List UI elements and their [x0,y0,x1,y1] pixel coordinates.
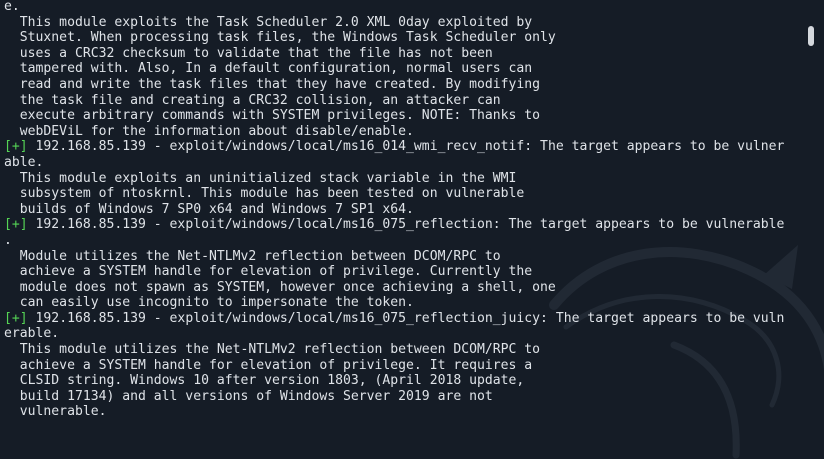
terminal-line: This module utilizes the Net-NTLMv2 refl… [4,342,784,358]
vertical-scrollbar-thumb[interactable] [808,26,814,46]
terminal-line: uses a CRC32 checksum to validate that t… [4,46,784,62]
line-text: 192.168.85.139 - exploit/windows/local/m… [27,139,785,155]
terminal-line: Module utilizes the Net-NTLMv2 reflectio… [4,249,784,265]
line-text: module does not spawn as SYSTEM, however… [4,279,556,295]
line-text: This module exploits the Task Scheduler … [4,14,533,30]
line-text: e. [4,0,20,14]
line-text: able. [4,154,44,170]
terminal-line: erable. [4,326,784,342]
terminal-line: e. [4,0,784,15]
line-text: execute arbitrary commands with SYSTEM p… [4,108,541,124]
line-text: achieve a SYSTEM handle for elevation of… [4,264,533,280]
terminal-line: This module exploits the Task Scheduler … [4,15,784,31]
success-prefix: [+] [4,139,28,155]
terminal-output[interactable]: e. This module exploits the Task Schedul… [4,0,784,420]
terminal-line: can easily use incognito to impersonate … [4,295,784,311]
terminal-line: subsystem of ntoskrnl. This module has b… [4,186,784,202]
terminal-line: [+] 192.168.85.139 - exploit/windows/loc… [4,217,784,233]
line-text: This module exploits an uninitialized st… [4,170,517,186]
terminal-line: module does not spawn as SYSTEM, however… [4,280,784,296]
terminal-line: tampered with. Also, In a default config… [4,61,784,77]
terminal-line: build 17134) and all versions of Windows… [4,389,784,405]
line-text: This module utilizes the Net-NTLMv2 refl… [4,342,541,358]
terminal-line: achieve a SYSTEM handle for elevation of… [4,264,784,280]
line-text: . [4,232,12,248]
line-text: uses a CRC32 checksum to validate that t… [4,45,493,61]
success-prefix: [+] [4,310,28,326]
line-text: Module utilizes the Net-NTLMv2 reflectio… [4,248,501,264]
terminal-window[interactable]: e. This module exploits the Task Schedul… [0,0,824,459]
line-text: 192.168.85.139 - exploit/windows/local/m… [27,310,785,326]
line-text: Stuxnet. When processing task files, the… [4,30,556,46]
terminal-line: vulnerable. [4,404,784,420]
terminal-line: execute arbitrary commands with SYSTEM p… [4,108,784,124]
terminal-line: webDEViL for the information about disab… [4,124,784,140]
terminal-line: able. [4,155,784,171]
terminal-line: read and write the task files that they … [4,77,784,93]
line-text: can easily use incognito to impersonate … [4,295,414,311]
terminal-line: [+] 192.168.85.139 - exploit/windows/loc… [4,139,784,155]
line-text: 192.168.85.139 - exploit/windows/local/m… [27,217,785,233]
success-prefix: [+] [4,217,28,233]
terminal-line: achieve a SYSTEM handle for elevation of… [4,358,784,374]
line-text: webDEViL for the information about disab… [4,123,414,139]
line-text: tampered with. Also, In a default config… [4,61,533,77]
terminal-line: the task file and creating a CRC32 colli… [4,93,784,109]
line-text: achieve a SYSTEM handle for elevation of… [4,357,533,373]
line-text: CLSID string. Windows 10 after version 1… [4,373,525,389]
line-text: erable. [4,326,60,342]
line-text: build 17134) and all versions of Windows… [4,388,493,404]
line-text: builds of Windows 7 SP0 x64 and Windows … [4,201,414,217]
terminal-line: [+] 192.168.85.139 - exploit/windows/loc… [4,311,784,327]
terminal-line: Stuxnet. When processing task files, the… [4,30,784,46]
terminal-line: builds of Windows 7 SP0 x64 and Windows … [4,202,784,218]
line-text: subsystem of ntoskrnl. This module has b… [4,186,525,202]
line-text: vulnerable. [4,404,107,420]
terminal-line: CLSID string. Windows 10 after version 1… [4,373,784,389]
terminal-line: . [4,233,784,249]
terminal-line: This module exploits an uninitialized st… [4,171,784,187]
line-text: read and write the task files that they … [4,76,541,92]
line-text: the task file and creating a CRC32 colli… [4,92,501,108]
